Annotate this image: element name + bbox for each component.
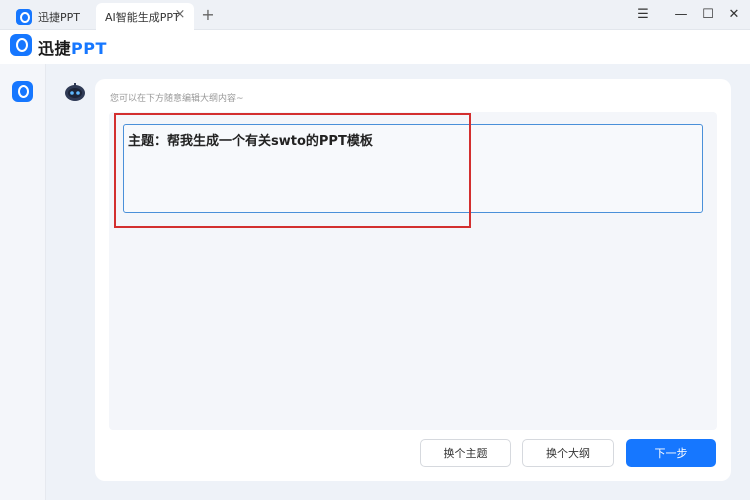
highlight-annotation — [114, 113, 471, 228]
sidebar-home-icon[interactable] — [12, 81, 33, 102]
app-header: 迅捷PPT — [0, 30, 750, 64]
next-step-button[interactable]: 下一步 — [626, 439, 716, 467]
brand-prefix: 迅捷 — [38, 39, 72, 58]
close-icon[interactable]: ✕ — [725, 6, 743, 24]
tab-home-label: 迅捷PPT — [38, 10, 80, 24]
robot-avatar-icon — [65, 83, 85, 101]
tab-ai-generate[interactable]: AI智能生成PPT × — [96, 3, 194, 30]
tab-ai-generate-label: AI智能生成PPT — [105, 10, 180, 24]
minimize-icon[interactable]: — — [672, 6, 690, 24]
menu-icon[interactable]: ☰ — [634, 6, 652, 24]
change-outline-button[interactable]: 换个大纲 — [522, 439, 614, 467]
maximize-icon[interactable]: ☐ — [699, 6, 717, 24]
sidebar — [0, 64, 46, 500]
change-topic-button[interactable]: 换个主题 — [420, 439, 511, 467]
new-tab-icon[interactable]: + — [200, 6, 216, 24]
brand-suffix: PPT — [71, 39, 107, 58]
tab-home[interactable]: 迅捷PPT — [16, 3, 96, 30]
window-titlebar: 迅捷PPT AI智能生成PPT × + ☰ — ☐ ✕ — [0, 0, 750, 30]
brand-logo-icon — [10, 34, 32, 56]
brand-name: 迅捷PPT — [38, 35, 107, 59]
edit-hint: 您可以在下方随意编辑大纲内容~ — [110, 94, 244, 104]
app-logo-icon — [16, 8, 32, 25]
tab-close-icon[interactable]: × — [174, 8, 186, 21]
